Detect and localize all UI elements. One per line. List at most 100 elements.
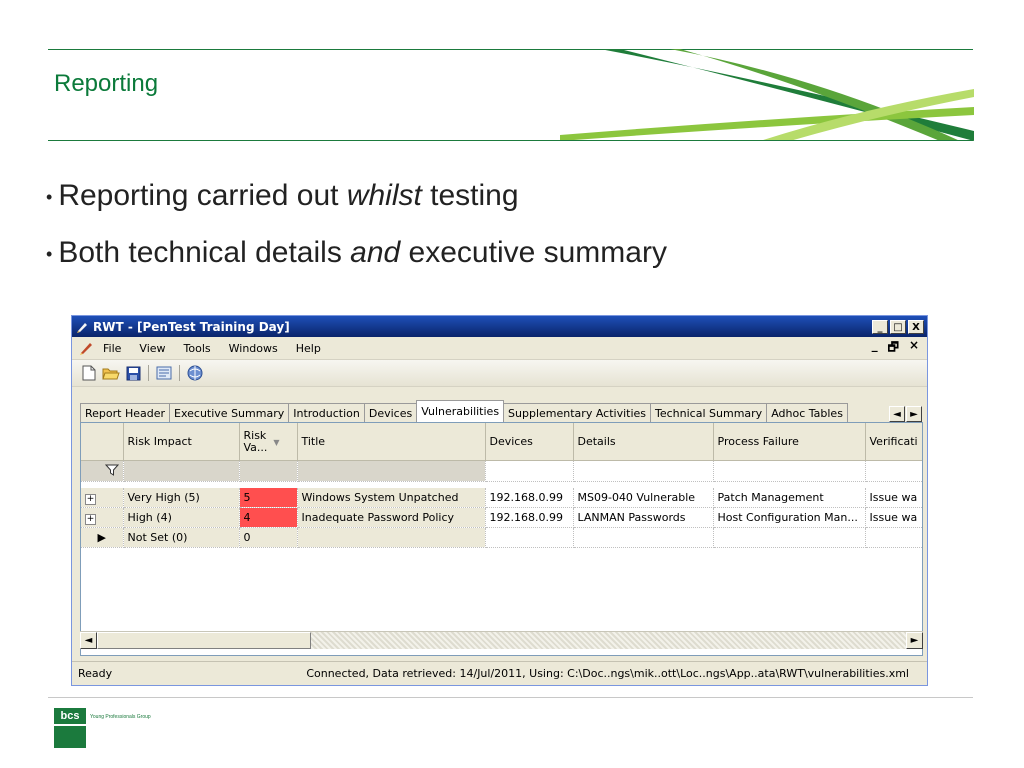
status-connection-message: Connected, Data retrieved: 14/Jul/2011, … — [306, 667, 909, 680]
grid-header-row: Risk Impact Risk Va... ▼ Title Devices Det… — [81, 423, 922, 461]
footer-tagline: Young Professionals Group — [90, 714, 151, 720]
column-header-process-failure[interactable]: Process Failure — [713, 423, 866, 461]
cell-risk-impact: Very High (5) — [123, 488, 240, 508]
menu-help[interactable]: Help — [287, 342, 330, 355]
logo-lines — [54, 724, 86, 748]
slide-title: Reporting — [54, 70, 159, 97]
status-ready: Ready — [78, 667, 113, 680]
cell-details: MS09-040 Vulnerable — [573, 488, 714, 508]
filter-cell[interactable] — [865, 460, 922, 482]
table-row[interactable]: + High (4) 4 Inadequate Password Policy … — [81, 507, 922, 528]
cell-title — [297, 527, 486, 548]
filter-cell[interactable] — [713, 460, 866, 482]
bullet-item: • Reporting carried out whilst testing — [46, 179, 519, 212]
toolbar-separator — [148, 365, 149, 381]
cell-process-failure — [713, 527, 866, 548]
open-icon[interactable] — [102, 364, 120, 382]
expand-icon[interactable]: + — [85, 513, 96, 525]
pencil-icon — [77, 322, 87, 333]
cell-title: Inadequate Password Policy — [297, 507, 486, 528]
cell-process-failure: Patch Management — [713, 488, 866, 508]
tab-scroll-left-button[interactable]: ◄ — [889, 406, 905, 422]
cell-process-failure: Host Configuration Man... — [713, 507, 866, 528]
mdi-close-button[interactable]: × — [909, 338, 919, 359]
logo-text: bcs — [54, 708, 86, 724]
column-header-risk-value[interactable]: Risk Va... ▼ — [239, 423, 298, 461]
header-rule — [48, 140, 973, 141]
tab-supplementary-activities[interactable]: Supplementary Activities — [503, 403, 652, 422]
cell-risk-value: 4 — [239, 507, 298, 528]
scroll-left-button[interactable]: ◄ — [80, 632, 97, 649]
column-header-verification[interactable]: Verificati — [865, 423, 922, 461]
horizontal-scrollbar[interactable]: ◄ ► — [80, 631, 923, 649]
scroll-thumb[interactable] — [97, 632, 311, 649]
filter-cell[interactable] — [239, 460, 298, 482]
window-title: RWT - [PenTest Training Day] — [93, 319, 290, 334]
window-maximize-button[interactable]: □ — [890, 319, 906, 334]
cell-devices: 192.168.0.99 — [485, 488, 574, 508]
column-header-risk-impact[interactable]: Risk Impact — [123, 423, 240, 461]
table-row[interactable]: + Very High (5) 5 Windows System Unpatch… — [81, 488, 922, 508]
tab-executive-summary[interactable]: Executive Summary — [169, 403, 290, 422]
save-icon[interactable] — [124, 364, 142, 382]
window-minimize-button[interactable]: _ — [872, 319, 888, 334]
mdi-restore-button[interactable]: 🗗 — [888, 338, 899, 359]
filter-cell[interactable] — [123, 460, 240, 482]
current-row-indicator[interactable]: ▶ — [81, 527, 124, 548]
green-swoosh-graphic — [560, 49, 974, 141]
toolbar — [72, 360, 927, 387]
row-expander[interactable]: + — [81, 488, 124, 508]
menu-file[interactable]: File — [94, 342, 130, 355]
toolbar-separator — [179, 365, 180, 381]
bullet-item: • Both technical details and executive su… — [46, 236, 667, 270]
footer-rule — [48, 697, 973, 698]
filter-cell[interactable] — [485, 460, 574, 482]
column-header-devices[interactable]: Devices — [485, 423, 574, 461]
cell-risk-impact: High (4) — [123, 507, 240, 528]
tab-technical-summary[interactable]: Technical Summary — [650, 403, 768, 422]
menu-tools[interactable]: Tools — [175, 342, 220, 355]
bullet-list: • Reporting carried out whilst testing • B… — [46, 168, 667, 282]
filter-icon[interactable] — [81, 460, 124, 482]
cell-title: Windows System Unpatched — [297, 488, 486, 508]
tab-report-header[interactable]: Report Header — [80, 403, 171, 422]
row-expander[interactable]: + — [81, 507, 124, 528]
globe-icon[interactable] — [186, 364, 204, 382]
expand-icon[interactable]: + — [85, 493, 96, 505]
tab-vulnerabilities[interactable]: Vulnerabilities — [416, 400, 505, 422]
pencil-icon — [80, 343, 92, 355]
mdi-minimize-button[interactable]: _ — [872, 338, 878, 359]
filter-cell[interactable] — [297, 460, 486, 482]
cell-risk-value: 5 — [239, 488, 298, 508]
window-titlebar[interactable]: RWT - [PenTest Training Day] _ □ X — [72, 316, 927, 337]
cell-devices: 192.168.0.99 — [485, 507, 574, 528]
menu-view[interactable]: View — [130, 342, 174, 355]
report-icon[interactable] — [155, 364, 173, 382]
header-corner — [81, 423, 124, 461]
scroll-right-button[interactable]: ► — [906, 632, 923, 649]
cell-details — [573, 527, 714, 548]
filter-cell[interactable] — [573, 460, 714, 482]
menu-bar: File View Tools Windows Help _ 🗗 × — [72, 337, 927, 360]
sort-icon: ▼ — [273, 437, 280, 447]
tab-scroll-right-button[interactable]: ► — [906, 406, 922, 422]
tab-strip: Report Header Executive Summary Introduc… — [80, 400, 922, 422]
scroll-track[interactable] — [311, 632, 906, 649]
window-close-button[interactable]: X — [908, 319, 924, 334]
tab-adhoc-tables[interactable]: Adhoc Tables — [766, 403, 848, 422]
cell-risk-value: 0 — [239, 527, 298, 548]
tab-devices[interactable]: Devices — [363, 403, 418, 422]
tab-introduction[interactable]: Introduction — [288, 403, 365, 422]
column-header-title[interactable]: Title — [297, 423, 486, 461]
new-icon[interactable] — [80, 364, 98, 382]
column-header-details[interactable]: Details — [573, 423, 714, 461]
cell-verification: Issue wa — [865, 507, 922, 528]
rwt-window: RWT - [PenTest Training Day] _ □ X File … — [71, 315, 928, 686]
cell-risk-impact: Not Set (0) — [123, 527, 240, 548]
cell-verification: Issue wa — [865, 488, 922, 508]
table-row[interactable]: ▶ Not Set (0) 0 — [81, 527, 922, 548]
cell-verification — [865, 527, 922, 548]
menu-windows[interactable]: Windows — [220, 342, 287, 355]
bcs-logo: bcs — [54, 708, 86, 748]
status-bar: Ready Connected, Data retrieved: 14/Jul/… — [72, 661, 927, 685]
